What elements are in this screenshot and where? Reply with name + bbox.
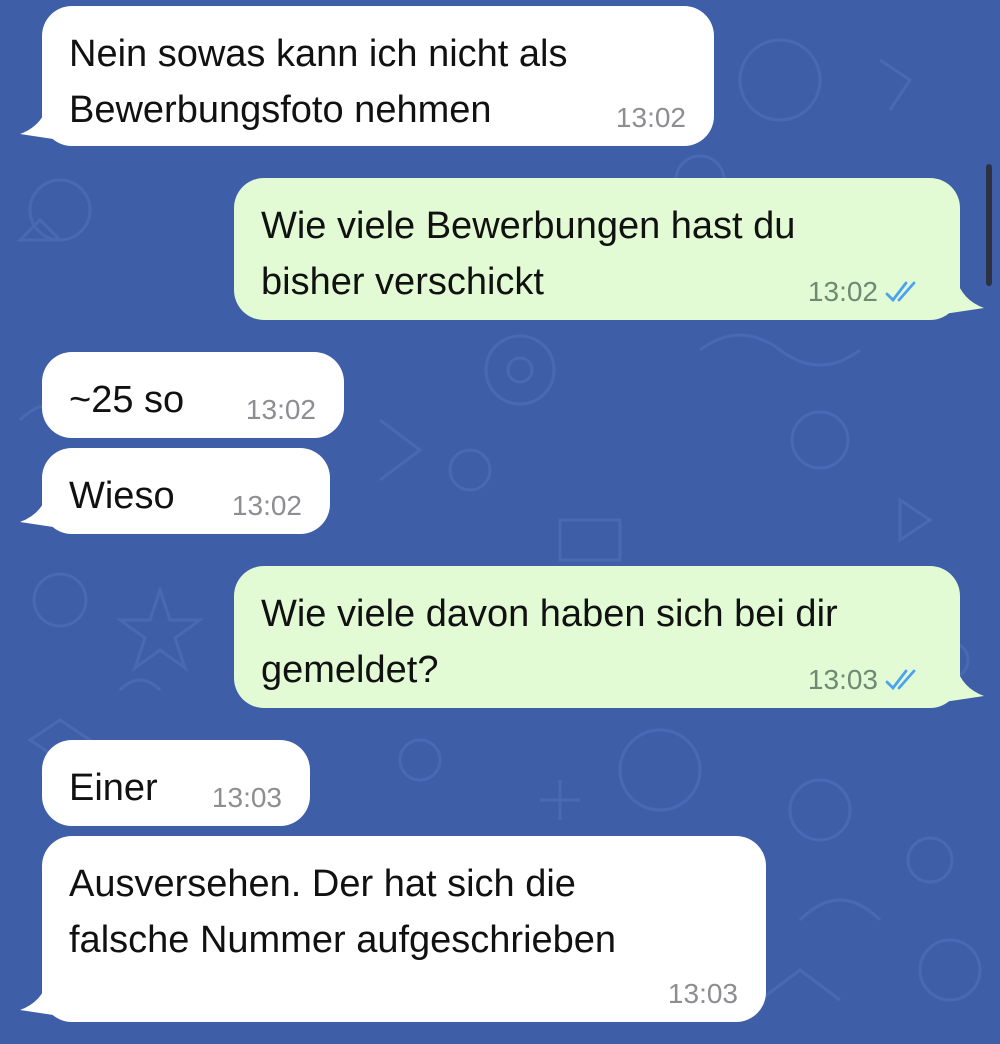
message-meta: 13:02 (808, 276, 926, 308)
message-timestamp: 13:03 (667, 978, 738, 1009)
bubble-tail (20, 492, 60, 528)
message-bubble-incoming[interactable]: Wieso 13:02 (42, 448, 330, 534)
message-timestamp: 13:02 (615, 102, 686, 133)
double-check-read-icon (885, 669, 916, 691)
message-bubble-incoming[interactable]: Ausversehen. Der hat sich die falsche Nu… (42, 836, 766, 1022)
double-check-read-icon (885, 281, 916, 303)
bubble-tail (944, 278, 984, 314)
message-timestamp: 13:03 (807, 664, 878, 695)
message-timestamp: 13:02 (231, 490, 302, 521)
message-meta: 13:02 (232, 490, 302, 522)
message-bubble-incoming[interactable]: Nein sowas kann ich nicht als Bewerbungs… (42, 6, 714, 146)
message-bubble-incoming[interactable]: Einer 13:03 (42, 740, 310, 826)
message-meta: 13:03 (668, 978, 738, 1010)
message-bubble-incoming[interactable]: ~25 so 13:02 (42, 352, 344, 438)
bubble-tail (20, 104, 60, 140)
message-timestamp: 13:02 (245, 394, 316, 425)
scrollbar[interactable] (986, 164, 992, 286)
bubble-tail (20, 980, 60, 1016)
message-bubble-outgoing[interactable]: Wie viele Bewerbungen hast du bisher ver… (234, 178, 960, 320)
message-meta: 13:02 (616, 102, 686, 134)
message-timestamp: 13:02 (807, 276, 878, 307)
message-meta: 13:02 (246, 394, 316, 426)
message-meta: 13:03 (808, 664, 926, 696)
message-text: Ausversehen. Der hat sich die falsche Nu… (69, 863, 617, 961)
message-timestamp: 13:03 (211, 782, 282, 813)
message-text: Nein sowas kann ich nicht als Bewerbungs… (69, 33, 568, 131)
message-bubble-outgoing[interactable]: Wie viele davon haben sich bei dir gemel… (234, 566, 960, 708)
bubble-tail (944, 666, 984, 702)
message-meta: 13:03 (212, 782, 282, 814)
